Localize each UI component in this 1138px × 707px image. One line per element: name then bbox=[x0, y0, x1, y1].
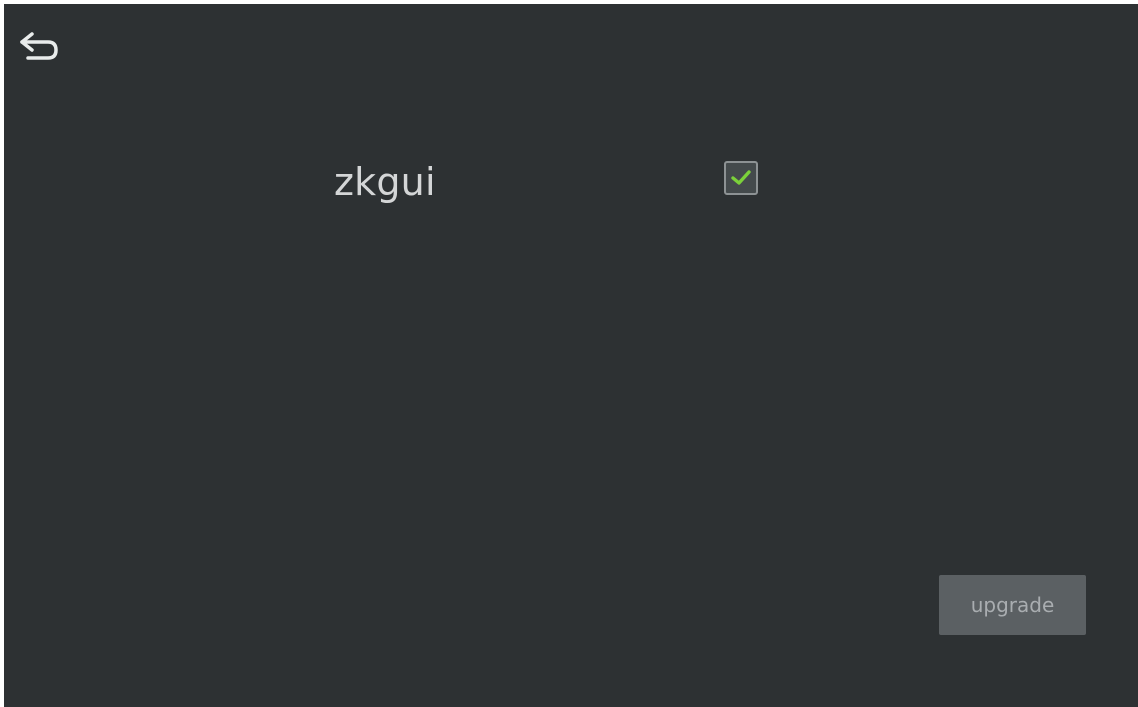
upgrade-button[interactable]: upgrade bbox=[939, 575, 1086, 635]
upgrade-screen: zkgui upgrade bbox=[4, 4, 1138, 707]
item-checkbox[interactable] bbox=[724, 161, 758, 195]
back-arrow-icon bbox=[18, 28, 62, 64]
back-button[interactable] bbox=[18, 28, 62, 64]
list-item: zkgui bbox=[334, 152, 794, 212]
item-label: zkgui bbox=[334, 160, 436, 204]
